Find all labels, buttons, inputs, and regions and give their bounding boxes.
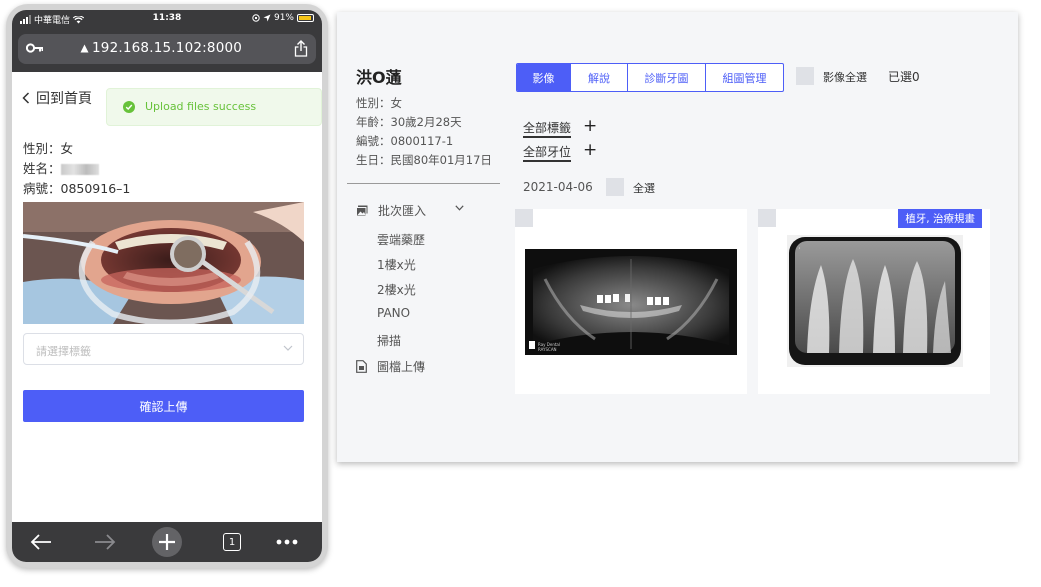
patient-gender: 性別：女: [356, 96, 402, 110]
plus-icon: [159, 534, 175, 550]
all-teeth-filter[interactable]: 全部牙位 +: [523, 140, 597, 162]
patient-name-label: 姓名：: [23, 161, 61, 176]
patient-name-row: 姓名：: [23, 158, 99, 177]
intraoral-photo: [23, 202, 304, 324]
warning-triangle-icon: [80, 44, 89, 53]
select-all-images-checkbox[interactable]: [796, 67, 814, 85]
select-all-images-label: 影像全選: [823, 71, 867, 84]
battery-percent: 91%: [273, 13, 294, 23]
batch-import-label: 批次匯入: [378, 204, 427, 218]
tag-select-placeholder: 請選擇標籤: [36, 345, 91, 358]
image-tag-badge: 植牙, 治療規畫: [898, 209, 982, 228]
image-upload-label: 圖檔上傳: [377, 360, 426, 374]
sidebar-item-scan[interactable]: 掃描: [377, 332, 401, 349]
key-icon[interactable]: [26, 43, 44, 53]
status-bar: 中華電信 11:38 91%: [12, 10, 322, 28]
file-image-icon: [356, 360, 367, 373]
date-select-all-label: 全選: [633, 182, 655, 195]
share-icon[interactable]: [294, 40, 308, 57]
image-upload-menu[interactable]: 圖檔上傳: [356, 358, 425, 375]
back-button[interactable]: [28, 530, 54, 554]
success-toast: Upload files success: [106, 88, 322, 126]
blurred-name: [60, 164, 99, 175]
arrow-right-icon: [95, 534, 116, 550]
toast-message: Upload files success: [145, 100, 257, 113]
phone-screen: 中華電信 11:38 91% 192.168.15.102:8000 回到首頁 …: [12, 10, 322, 562]
sidebar-item-pano[interactable]: PANO: [377, 306, 410, 320]
location-icon: [263, 14, 271, 22]
patient-gender: 性別：女: [23, 141, 74, 156]
sidebar-item-cloud-meds[interactable]: 雲端藥歷: [377, 231, 425, 248]
patient-record-number: 病號：0850916–1: [23, 181, 131, 196]
all-tags-label: 全部標籤: [523, 121, 572, 138]
tab-dental-chart[interactable]: 診斷牙圖: [628, 64, 706, 91]
batch-import-menu[interactable]: 批次匯入: [356, 202, 466, 219]
tabs-button[interactable]: 1: [219, 530, 245, 554]
confirm-upload-button[interactable]: 確認上傳: [23, 390, 304, 422]
back-to-home-link[interactable]: 回到首頁: [22, 88, 92, 108]
tab-images[interactable]: 影像: [517, 64, 571, 91]
chevron-down-icon: [283, 345, 293, 351]
arrow-left-icon: [30, 534, 51, 550]
tab-group-management[interactable]: 組圖管理: [706, 64, 783, 91]
new-tab-button[interactable]: [152, 527, 182, 557]
back-label: 回到首頁: [36, 91, 92, 107]
image-card-checkbox[interactable]: [515, 209, 533, 227]
image-date: 2021-04-06: [523, 180, 593, 194]
image-card-checkbox[interactable]: [758, 209, 776, 227]
image-card[interactable]: Ray Dental RAYSCAN: [515, 209, 747, 394]
chevron-left-icon: [22, 92, 30, 104]
selected-count: 已選0: [888, 70, 920, 84]
phone-frame: 中華電信 11:38 91% 192.168.15.102:8000 回到首頁 …: [6, 4, 328, 568]
xray-caption: RAYSCAN: [538, 347, 557, 352]
more-dots-icon: [276, 539, 298, 545]
image-card[interactable]: 植牙, 治療規畫 ᵢ: [758, 209, 990, 394]
patient-age: 年齡：30歲2月28天: [356, 115, 462, 129]
all-teeth-label: 全部牙位: [523, 145, 572, 162]
image-icon: [356, 205, 368, 216]
forward-button[interactable]: [92, 530, 118, 554]
url-text[interactable]: 192.168.15.102:8000: [92, 40, 242, 56]
tag-select[interactable]: 請選擇標籤: [23, 333, 304, 365]
sidebar-divider: [347, 183, 500, 184]
view-tabs: 影像 解說 診斷牙圖 組圖管理: [516, 63, 784, 92]
all-tags-filter[interactable]: 全部標籤 +: [523, 116, 597, 138]
periapical-xray: ᵢ: [787, 235, 963, 367]
browser-toolbar: 1: [12, 522, 322, 562]
address-bar[interactable]: 192.168.15.102:8000: [18, 34, 316, 64]
check-circle-icon: [123, 101, 135, 113]
date-select-all-checkbox[interactable]: [606, 178, 624, 196]
browser-chrome: 192.168.15.102:8000: [12, 28, 322, 72]
patient-birthday: 生日：民國80年01月17日: [356, 153, 492, 167]
sidebar-item-2f-xray[interactable]: 2樓x光: [377, 281, 416, 298]
svg-text:ᵢ: ᵢ: [799, 245, 800, 251]
orientation-lock-icon: [252, 14, 260, 22]
tab-count: 1: [223, 533, 241, 551]
battery-icon: [297, 14, 314, 22]
add-tooth-icon[interactable]: +: [583, 140, 597, 160]
tab-explanation[interactable]: 解說: [571, 64, 628, 91]
more-button[interactable]: [274, 530, 300, 554]
panoramic-xray: Ray Dental RAYSCAN: [525, 249, 737, 355]
chevron-down-icon: [455, 205, 464, 211]
desktop-panel: 洪O蓪 性別：女 年齡：30歲2月28天 編號：0800117-1 生日：民國8…: [337, 12, 1018, 462]
sidebar-item-1f-xray[interactable]: 1樓x光: [377, 256, 416, 273]
patient-name: 洪O蓪: [356, 68, 402, 87]
patient-number: 編號：0800117-1: [356, 134, 454, 148]
add-tag-icon[interactable]: +: [583, 116, 597, 136]
mobile-upload-page: 回到首頁 Upload files success 性別：女 姓名： 病號：08…: [12, 72, 322, 522]
